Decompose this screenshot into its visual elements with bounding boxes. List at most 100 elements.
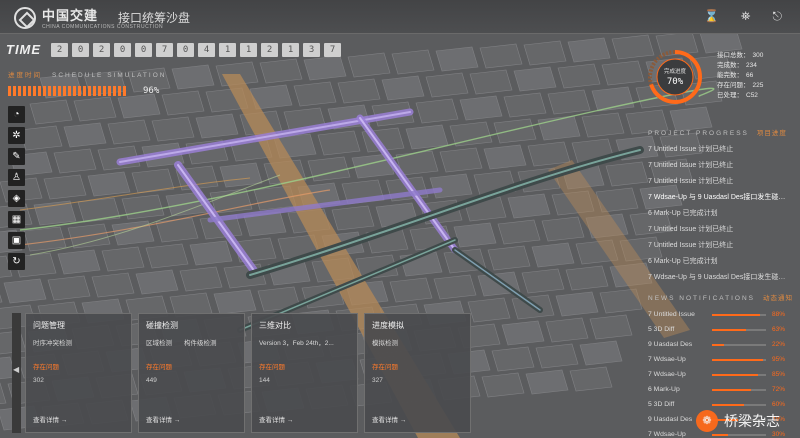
project-progress-item[interactable]: 7 Wdsae-Up 与 9 Uasdasl Des接口发生碰… (648, 190, 796, 206)
card-details-link[interactable]: 查看详情 → (259, 414, 293, 424)
city-block (487, 245, 531, 271)
card-subtab[interactable]: 构件级检测 (184, 337, 217, 347)
notification-percent: 95% (772, 356, 786, 363)
time-digit: 7 (324, 42, 342, 57)
city-block (107, 119, 151, 145)
project-progress-item[interactable]: 7 Untitled Issue 计划已终止 (648, 158, 796, 174)
city-block (33, 200, 77, 226)
project-progress-item[interactable]: 7 Untitled Issue 计划已终止 (648, 222, 796, 238)
card-subtab[interactable]: 区域检测 (146, 337, 172, 347)
city-block (435, 46, 479, 72)
notification-label: 7 Wdsae-Up (648, 371, 686, 378)
module-card[interactable]: 问题管理 时序冲突检测 存在问题 302 查看详情 → (25, 313, 132, 433)
project-progress-tag: 项目进度 (756, 130, 787, 137)
stat-value: 300 (752, 52, 764, 59)
tool-sidebar: ◔ ✲ ✎ ♙ ◈ ▦ ▣ ↻ (8, 106, 25, 270)
card-details-link[interactable]: 查看详情 → (146, 414, 180, 424)
time-digit: 2 (51, 42, 69, 57)
notification-row[interactable]: 7 Wdsae-Up 85% (648, 367, 798, 382)
notification-bar (712, 433, 766, 436)
city-block (545, 317, 589, 343)
card-count: 327 (372, 377, 383, 384)
notification-bar-fill (712, 328, 747, 331)
city-block (555, 291, 599, 317)
news-title: NEWS NOTIFICATIONS (648, 295, 756, 302)
module-card[interactable]: 碰撞检测 区域检测 构件级检测 存在问题 449 查看详情 → (138, 313, 245, 433)
city-block (19, 125, 63, 151)
card-subtabs: Version 3，Feb 24th，2... (259, 337, 350, 347)
notification-row[interactable]: 6 Mark-Up 72% (648, 382, 798, 397)
gauge-value: 70% (667, 77, 684, 87)
notification-row[interactable]: 5 3D Diff 63% (648, 322, 798, 337)
card-details-link[interactable]: 查看详情 → (33, 414, 67, 424)
module-card[interactable]: 进度模拟 模拟检测 存在问题 327 查看详情 → (364, 313, 471, 433)
city-block (145, 243, 189, 269)
city-block (391, 49, 435, 75)
city-block (73, 96, 117, 122)
project-progress-title: PROJECT PROGRESS (648, 130, 749, 137)
city-block (101, 246, 145, 272)
city-block (429, 173, 473, 199)
rotate-icon[interactable]: ↻ (8, 253, 25, 270)
card-details-link[interactable]: 查看详情 → (372, 414, 406, 424)
card-subtab[interactable]: 时序冲突检测 (33, 337, 72, 347)
card-count: 144 (259, 377, 270, 384)
watermark-logo-icon: ❁ (696, 410, 718, 432)
gear-icon[interactable]: ✲ (8, 127, 25, 144)
schedule-progress-bar[interactable] (8, 86, 133, 96)
project-progress-header: PROJECT PROGRESS 项目进度 (648, 127, 787, 137)
notification-bar-fill (712, 373, 758, 376)
city-block (121, 194, 165, 220)
project-progress-item[interactable]: 7 Untitled Issue 计划已终止 (648, 174, 796, 190)
city-block (87, 171, 131, 197)
news-notifications-header: NEWS NOTIFICATIONS 动态通知 (648, 292, 793, 302)
city-block (53, 148, 97, 174)
time-digit: 1 (240, 42, 258, 57)
card-subtab[interactable]: 模拟检测 (372, 337, 398, 347)
city-block (513, 66, 557, 92)
city-block (501, 320, 545, 346)
notification-row[interactable]: 7 Wdsae-Up 95% (648, 352, 798, 367)
city-block (565, 265, 609, 291)
city-block (213, 289, 257, 315)
ruler-icon[interactable]: ✎ (8, 148, 25, 165)
users-icon[interactable]: ⛯ (741, 9, 751, 24)
project-progress-item[interactable]: 7 Untitled Issue 计划已终止 (648, 238, 796, 254)
notification-row[interactable]: 9 Uasdasl Des 22% (648, 337, 798, 352)
card-details-label: 查看详情 (372, 417, 398, 424)
hourglass-icon[interactable]: ⌛ (704, 9, 719, 24)
schedule-header: 进度时间 SCHEDULE SIMULATION (8, 69, 166, 79)
city-block (527, 141, 571, 167)
map-icon[interactable]: ▦ (8, 211, 25, 228)
project-progress-item[interactable]: 7 Untitled Issue 计划已终止 (648, 142, 796, 158)
exit-icon[interactable]: ⎋ (773, 9, 783, 24)
module-card[interactable]: 三维对比 Version 3，Feb 24th，2... 存在问题 144 查看详情 → (251, 313, 358, 433)
card-subtabs: 模拟检测 (372, 337, 463, 347)
project-progress-item[interactable]: 7 Wdsae-Up 与 9 Uasdasl Des接口发生碰… (648, 270, 796, 286)
notification-bar-fill (712, 388, 751, 391)
card-count: 302 (33, 377, 44, 384)
card-subtab[interactable]: Version 3，Feb 24th，2... (259, 337, 334, 347)
time-digit: 4 (198, 42, 216, 57)
time-digit: 3 (303, 42, 321, 57)
city-block (557, 63, 601, 89)
app-title: 接口统筹沙盘 (118, 11, 191, 25)
notification-label: 5 3D Diff (648, 401, 675, 408)
project-progress-item[interactable]: 6 Mark-Up 已完成计划 (648, 206, 796, 222)
city-block (541, 216, 585, 242)
layers-icon[interactable]: ◈ (8, 190, 25, 207)
pie-chart-icon[interactable]: ◔ (8, 106, 25, 123)
project-progress-item[interactable]: 6 Mark-Up 已完成计划 (648, 254, 796, 270)
notification-label: 6 Mark-Up (648, 386, 680, 393)
grid-icon[interactable]: ▣ (8, 232, 25, 249)
card-subtabs: 时序冲突检测 (33, 337, 124, 347)
schedule-progress-fill (8, 86, 128, 96)
time-digit: 7 (156, 42, 174, 57)
user-icon[interactable]: ♙ (8, 169, 25, 186)
time-digit: 1 (219, 42, 237, 57)
notification-row[interactable]: 7 Untitled Issue 88% (648, 307, 798, 322)
city-block (293, 81, 337, 107)
notification-bar-fill (712, 313, 760, 316)
city-block (601, 60, 645, 86)
city-block (117, 93, 161, 119)
